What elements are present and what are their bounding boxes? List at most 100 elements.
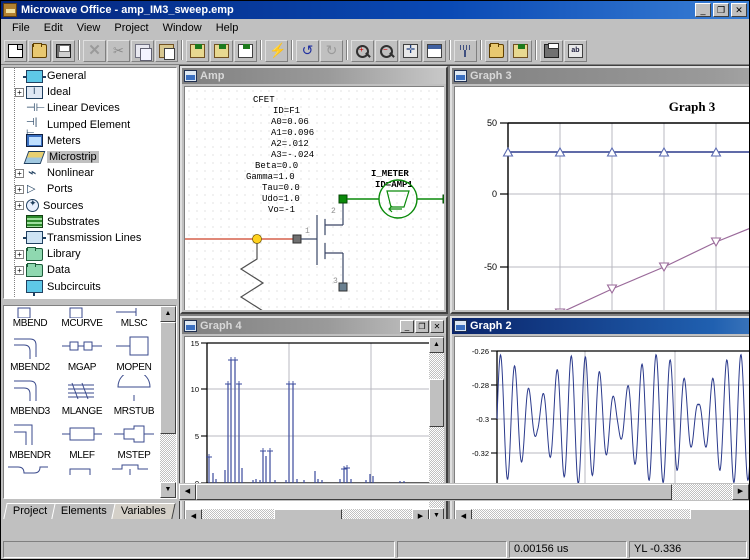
analyze-button[interactable]: ⚡ [265, 39, 288, 62]
palette-symbol-mgap[interactable] [56, 329, 108, 362]
palette-symbol-mlef[interactable] [56, 417, 108, 450]
scrollbar-thumb[interactable] [274, 509, 342, 519]
tree-item-ideal[interactable]: + Ideal [4, 84, 176, 100]
add-graph-button[interactable] [234, 39, 257, 62]
palette-symbol[interactable] [108, 306, 160, 318]
tree-toggle[interactable] [15, 153, 24, 162]
graph4-titlebar[interactable]: Graph 4 _ ❐ ✕ [182, 318, 446, 334]
palette-label[interactable]: MBEND3 [4, 406, 56, 417]
menu-edit[interactable]: Edit [37, 21, 70, 35]
palette-label[interactable]: MLSC [108, 318, 160, 329]
palette-symbol[interactable] [108, 461, 160, 475]
scrollbar-track[interactable] [160, 322, 176, 482]
copy-button[interactable] [131, 39, 154, 62]
scroll-left-arrow-icon[interactable]: ◀ [455, 509, 472, 519]
tree-item-general[interactable]: General [4, 68, 176, 84]
scrollbar-thumb[interactable] [690, 509, 749, 519]
palette-label[interactable]: MRSTUB [108, 406, 160, 417]
palette-symbol[interactable] [4, 306, 56, 318]
tab-project[interactable]: Project [3, 503, 57, 519]
open-project-button[interactable] [28, 39, 51, 62]
print-button[interactable] [540, 39, 563, 62]
palette-symbol[interactable] [56, 461, 108, 475]
menu-view[interactable]: View [70, 21, 108, 35]
annotate-button[interactable]: ab [564, 39, 587, 62]
element-tree[interactable]: General + Ideal Linear Devices [3, 67, 177, 299]
palette-symbol-mbendr[interactable] [4, 417, 56, 450]
tree-toggle[interactable]: + [15, 168, 24, 178]
scrollbar-track[interactable] [196, 484, 732, 500]
close-button[interactable]: ✕ [731, 3, 747, 17]
delete-button[interactable]: ✕ [83, 39, 106, 62]
palette-label[interactable]: MBENDR [4, 450, 56, 461]
schematic-canvas[interactable]: CFET ID=F1 A0=0.06 A1=0.096 A2=.012 A3=-… [184, 86, 444, 310]
add-em-structure-button[interactable] [210, 39, 233, 62]
tree-item-linear-devices[interactable]: Linear Devices [4, 100, 176, 116]
tree-toggle[interactable] [15, 120, 24, 129]
tree-item-lumped-element[interactable]: Lumped Element [4, 117, 176, 139]
scroll-up-arrow-icon[interactable]: ▲ [429, 337, 444, 353]
scrollbar-track[interactable] [202, 509, 412, 519]
menu-window[interactable]: Window [156, 21, 209, 35]
cut-button[interactable]: ✂ [107, 39, 130, 62]
tree-item-microstrip[interactable]: Microstrip [4, 149, 176, 165]
zoom-in-button[interactable]: + [351, 39, 374, 62]
restore-button[interactable]: ❐ [713, 3, 729, 17]
tree-toggle[interactable] [15, 104, 24, 113]
graph2-hscrollbar[interactable]: ◀ [455, 509, 749, 519]
save-project-button[interactable] [52, 39, 75, 62]
snap-grid-button[interactable] [454, 39, 477, 62]
graph2-titlebar[interactable]: Graph 2 _ [452, 318, 749, 334]
palette-symbol-mbend2[interactable] [4, 329, 56, 362]
tab-variables[interactable]: Variables [111, 503, 176, 519]
graph4-maximize-button[interactable]: ❐ [415, 319, 429, 333]
scroll-right-arrow-icon[interactable]: ▶ [732, 484, 749, 500]
element-palette[interactable]: MBEND MCURVE MLSC MBEND2 MGAP MOPEN MBEN… [3, 305, 177, 499]
scrollbar-thumb[interactable] [429, 379, 444, 427]
tree-item-subcircuits[interactable]: Subcircuits [4, 278, 176, 297]
redo-button[interactable]: ↻ [320, 39, 343, 62]
palette-symbol[interactable] [56, 306, 108, 318]
add-schematic-button[interactable] [186, 39, 209, 62]
graph-window-3[interactable]: Graph 3 _ ❐ ✕ Graph 3 [450, 66, 749, 314]
palette-label[interactable]: MLEF [56, 450, 108, 461]
scroll-right-arrow-icon[interactable]: ▶ [412, 509, 429, 519]
tree-item-transmission-lines[interactable]: Transmission Lines [4, 230, 176, 246]
tree-toggle[interactable]: + [15, 249, 24, 259]
graph4-hscrollbar[interactable]: ◀ ▶ [185, 509, 429, 519]
tree-toggle[interactable]: + [15, 265, 24, 275]
palette-label[interactable]: MSTEP [108, 450, 160, 461]
view-all-button[interactable] [399, 39, 422, 62]
window-layout-button[interactable] [423, 39, 446, 62]
scroll-down-arrow-icon[interactable]: ▼ [160, 482, 176, 498]
palette-label[interactable]: MCURVE [56, 318, 108, 329]
graph3-titlebar[interactable]: Graph 3 _ ❐ ✕ [452, 68, 749, 84]
menu-project[interactable]: Project [107, 21, 155, 35]
zoom-out-button[interactable]: − [375, 39, 398, 62]
scrollbar-thumb[interactable] [160, 322, 176, 434]
tree-item-data[interactable]: + Data [4, 262, 176, 278]
palette-label[interactable]: MBEND [4, 318, 56, 329]
undo-button[interactable]: ↺ [296, 39, 319, 62]
new-document-button[interactable] [4, 39, 27, 62]
palette-label[interactable]: MBEND2 [4, 362, 56, 373]
tree-toggle[interactable]: + [15, 201, 24, 211]
tree-toggle[interactable]: + [15, 184, 24, 194]
tab-elements[interactable]: Elements [51, 503, 117, 519]
scroll-down-arrow-icon[interactable]: ▼ [429, 508, 444, 519]
tree-item-nonlinear[interactable]: + Nonlinear [4, 164, 176, 181]
palette-symbol-mopen[interactable] [108, 329, 160, 362]
palette-symbol-mrstub[interactable] [108, 373, 160, 406]
palette-scrollbar[interactable]: ▲ ▼ [160, 306, 176, 498]
palette-symbol[interactable] [4, 461, 56, 475]
palette-label[interactable]: MLANGE [56, 406, 108, 417]
menu-file[interactable]: File [5, 21, 37, 35]
scrollbar-track[interactable] [472, 509, 749, 519]
palette-symbol-mlange[interactable] [56, 373, 108, 406]
palette-label[interactable]: MGAP [56, 362, 108, 373]
graph4-minimize-button[interactable]: _ [400, 319, 414, 333]
palette-symbol-mbend3[interactable] [4, 373, 56, 406]
palette-label[interactable]: MOPEN [108, 362, 160, 373]
graph3-canvas[interactable]: Graph 3 50 0 -50 [454, 86, 749, 310]
open-element-button[interactable] [485, 39, 508, 62]
